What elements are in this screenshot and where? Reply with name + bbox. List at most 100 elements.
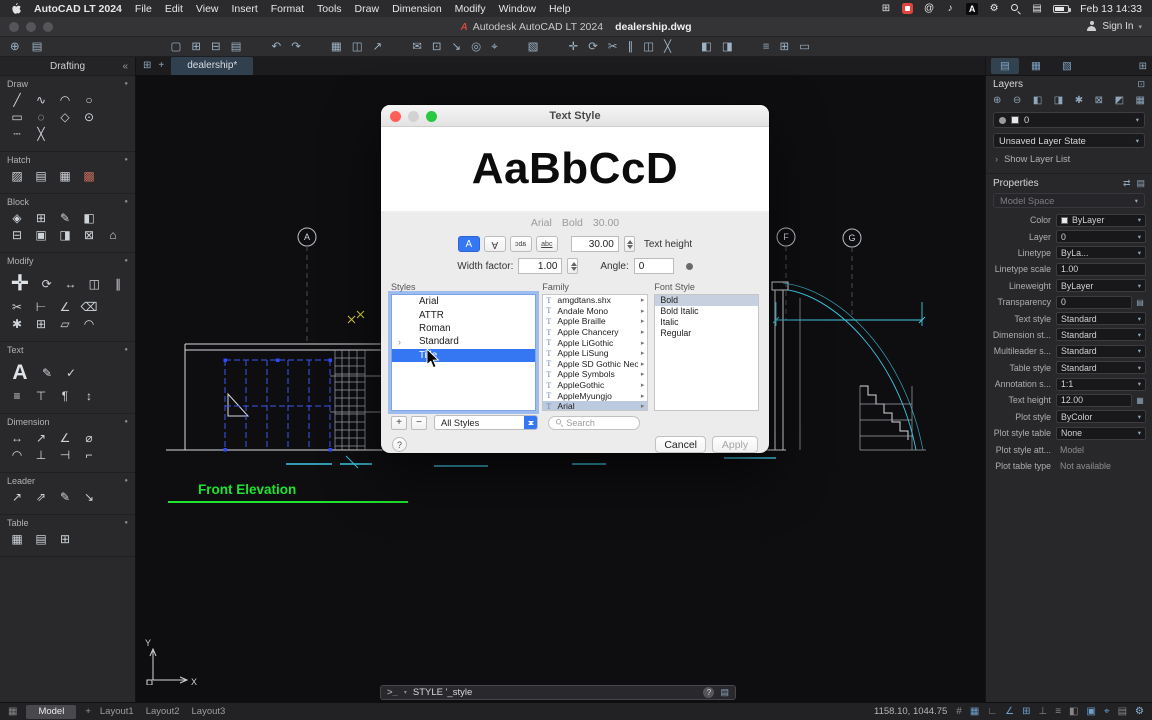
menu-item-dimension[interactable]: Dimension bbox=[392, 3, 442, 15]
chamfer-tool-icon[interactable]: ∠ bbox=[53, 299, 77, 316]
circle-tool-icon[interactable]: ○ bbox=[77, 92, 101, 109]
line-tool-icon[interactable]: ╱ bbox=[5, 92, 29, 109]
search-input[interactable] bbox=[566, 417, 634, 428]
tab-layout3[interactable]: Layout3 bbox=[192, 706, 226, 717]
dialog-minimize-button[interactable] bbox=[408, 110, 419, 122]
object-snap-icon[interactable]: ⊞ bbox=[1022, 706, 1030, 717]
ortho-mode-icon[interactable]: ∟ bbox=[987, 706, 997, 717]
section-toggle-icon[interactable]: ● bbox=[124, 520, 128, 526]
space-selector-dropdown[interactable]: Model Space ▾ bbox=[993, 193, 1145, 208]
adjust-tool-icon[interactable]: ⌂ bbox=[101, 227, 125, 244]
grid-display-icon[interactable]: ▦ bbox=[970, 706, 979, 717]
menu-item-file[interactable]: File bbox=[135, 3, 152, 15]
font-style-item-bold-italic[interactable]: Bold Italic bbox=[655, 306, 758, 317]
annotative-toggle[interactable]: A bbox=[457, 236, 480, 252]
arc-tool-icon[interactable]: ◠ bbox=[53, 92, 77, 109]
family-item-apple-chancery[interactable]: T Apple Chancery ▸ bbox=[543, 327, 647, 338]
baseline-tool-icon[interactable]: ⊣ bbox=[53, 447, 77, 464]
family-item-arial[interactable]: T Arial ▸ bbox=[543, 400, 648, 410]
font-style-item-regular[interactable]: Regular bbox=[655, 327, 758, 338]
toolbar-offset-icon[interactable]: ∥ bbox=[627, 37, 633, 57]
xline-tool-icon[interactable]: ╳ bbox=[29, 126, 53, 143]
menu-item-view[interactable]: View bbox=[196, 3, 219, 15]
model-tab[interactable]: Model bbox=[26, 704, 77, 719]
property-value-dropdown[interactable]: 0 ▾ bbox=[1056, 230, 1146, 244]
at-circle-icon[interactable]: @ bbox=[924, 3, 934, 15]
aligned-dimension-tool-icon[interactable]: ↗ bbox=[29, 430, 53, 447]
family-item-applegothic[interactable]: T AppleGothic ▸ bbox=[543, 380, 647, 391]
battery-icon[interactable] bbox=[1053, 4, 1072, 13]
toolbar-erase-icon[interactable]: ╳ bbox=[664, 37, 671, 57]
layer-state-dropdown[interactable]: Unsaved Layer State ▾ bbox=[993, 133, 1145, 148]
style-search-field[interactable] bbox=[548, 415, 640, 430]
toolbar-mail-icon[interactable]: ✉ bbox=[412, 37, 422, 57]
align-leader-tool-icon[interactable]: ↘ bbox=[77, 489, 101, 506]
properties-menu-icon[interactable]: ▤ bbox=[1136, 178, 1145, 189]
solid-fill-tool-icon[interactable]: ▩ bbox=[77, 168, 101, 185]
document-tab-dealership[interactable]: dealership* bbox=[171, 56, 254, 75]
toolbar-group-icon[interactable]: ◧ bbox=[701, 37, 712, 57]
property-value-field[interactable]: 12.00 bbox=[1056, 393, 1132, 407]
delete-layer-icon[interactable]: ⊖ bbox=[1013, 95, 1021, 106]
toolbar-list-icon[interactable]: ≡ bbox=[763, 37, 770, 57]
style-item-arial[interactable]: Arial bbox=[392, 295, 535, 308]
text-height-stepper[interactable] bbox=[623, 236, 635, 252]
isolate-objects-icon[interactable]: ◧ bbox=[1069, 706, 1078, 717]
control-center-icon[interactable]: ▤ bbox=[1032, 3, 1042, 15]
screen-record-icon[interactable] bbox=[901, 3, 913, 14]
width-factor-stepper[interactable] bbox=[567, 258, 579, 274]
property-value-dropdown[interactable]: 1:1 ▾ bbox=[1056, 377, 1146, 391]
zoom-button[interactable] bbox=[43, 21, 53, 32]
boundary-tool-icon[interactable]: ▦ bbox=[53, 168, 77, 185]
section-toggle-icon[interactable]: ● bbox=[124, 81, 128, 87]
insert-block-tool-icon[interactable]: ◈ bbox=[5, 210, 29, 227]
dialog-zoom-button[interactable] bbox=[426, 110, 437, 122]
scale-tool-icon[interactable]: ▱ bbox=[53, 316, 77, 333]
vertical-toggle[interactable]: abc bbox=[535, 236, 558, 252]
ellipse-tool-icon[interactable]: ◌ bbox=[29, 109, 53, 126]
toolbar-plot-icon[interactable]: ▦ bbox=[331, 37, 342, 57]
ordinate-tool-icon[interactable]: ⌐ bbox=[77, 447, 101, 464]
family-item-apple-symbols[interactable]: T Apple Symbols ▸ bbox=[543, 369, 647, 380]
close-button[interactable] bbox=[9, 21, 19, 32]
family-item-applemyungjo[interactable]: T AppleMyungjo ▸ bbox=[543, 390, 647, 401]
section-toggle-icon[interactable]: ● bbox=[124, 258, 128, 264]
menu-item-draw[interactable]: Draw bbox=[355, 3, 380, 15]
multiline-text-tool-icon[interactable]: A bbox=[5, 358, 35, 388]
toolbar-move-icon[interactable]: ✛ bbox=[569, 37, 579, 57]
style-item-attr[interactable]: ATTR bbox=[392, 308, 535, 321]
text-align-tool-icon[interactable]: ≡ bbox=[5, 388, 29, 405]
property-value-dropdown[interactable]: Standard ▾ bbox=[1056, 328, 1146, 342]
font-style-item-bold[interactable]: Bold bbox=[655, 295, 758, 306]
styles-filter-dropdown[interactable]: All Styles bbox=[434, 415, 538, 430]
family-item-apple-sd-gothic-neo[interactable]: T Apple SD Gothic Neo ▸ bbox=[543, 359, 647, 370]
section-toggle-icon[interactable]: ● bbox=[124, 478, 128, 484]
edit-text-tool-icon[interactable]: ✎ bbox=[35, 365, 59, 382]
toolbar-properties-icon[interactable]: ▭ bbox=[799, 37, 810, 57]
menu-item-insert[interactable]: Insert bbox=[232, 3, 258, 15]
toolbar-publish-icon[interactable]: ↗ bbox=[373, 37, 383, 57]
angle-input[interactable] bbox=[633, 258, 674, 274]
app-menu-name[interactable]: AutoCAD LT 2024 bbox=[34, 3, 122, 15]
dialog-close-button[interactable] bbox=[390, 110, 401, 122]
new-layer-icon[interactable]: ⊕ bbox=[993, 95, 1001, 106]
style-item-roman[interactable]: Roman bbox=[392, 322, 535, 335]
toolbar-redo-icon[interactable]: ↷ bbox=[291, 37, 301, 57]
family-item-apple-lisung[interactable]: T Apple LiSung ▸ bbox=[543, 348, 647, 359]
property-value-dropdown[interactable]: ByLayer ▾ bbox=[1056, 213, 1146, 227]
palette-tab-reference[interactable]: ▧ bbox=[1053, 58, 1081, 74]
tab-overview-icon[interactable]: ⊞ bbox=[143, 56, 151, 75]
toolbar-import-icon[interactable]: ↘ bbox=[452, 37, 462, 57]
add-style-button[interactable]: + bbox=[391, 415, 407, 430]
define-attributes-tool-icon[interactable]: ◧ bbox=[77, 210, 101, 227]
write-block-tool-icon[interactable]: ⊟ bbox=[5, 227, 29, 244]
table-tool-icon[interactable]: ▦ bbox=[5, 531, 29, 548]
rotate-tool-icon[interactable]: ⟳ bbox=[35, 276, 59, 293]
customize-toolbar-icon[interactable]: ⊕ bbox=[10, 37, 20, 57]
property-value-field[interactable]: 1.00 bbox=[1056, 262, 1146, 276]
property-value-dropdown[interactable]: Standard ▾ bbox=[1056, 361, 1146, 375]
spotlight-search-icon[interactable] bbox=[1010, 3, 1021, 14]
volume-icon[interactable]: ♪ bbox=[945, 3, 955, 15]
minimize-button[interactable] bbox=[26, 21, 36, 32]
layer-merge-icon[interactable]: ▦ bbox=[1136, 95, 1145, 106]
